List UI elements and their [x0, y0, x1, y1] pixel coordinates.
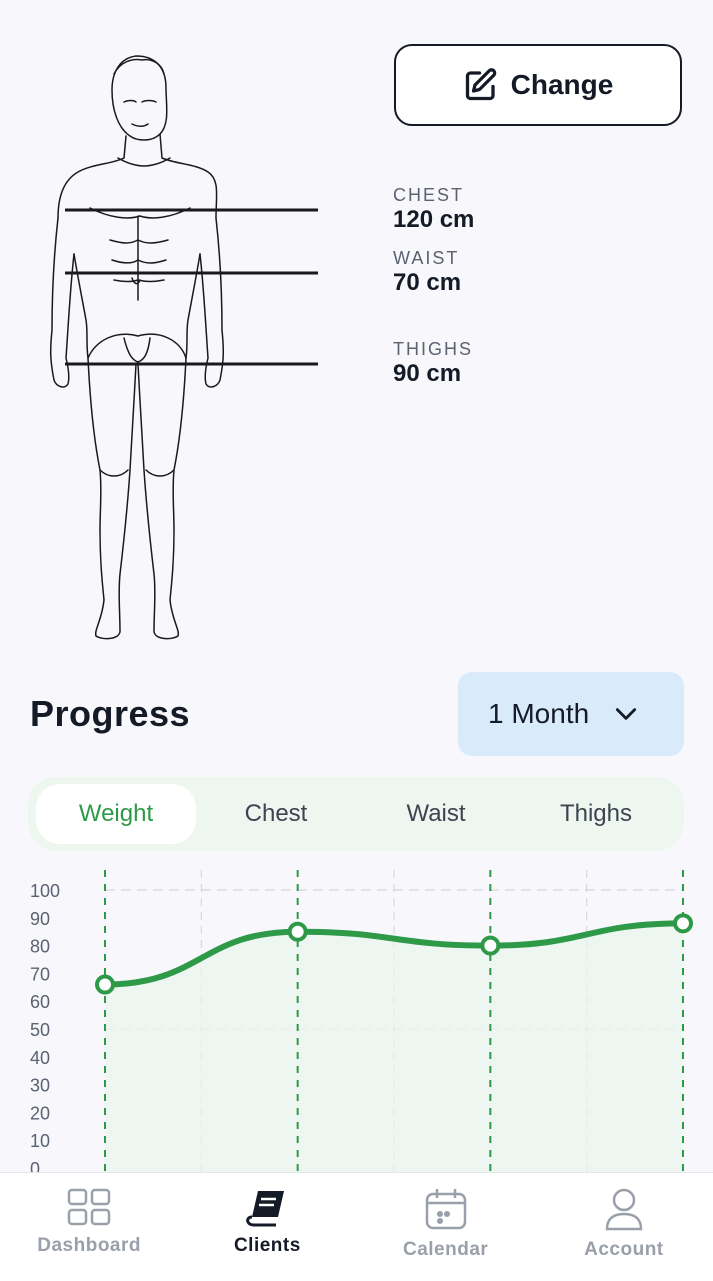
tab-chest[interactable]: Chest: [196, 784, 356, 844]
data-point: [673, 913, 693, 934]
y-tick-label: 70: [30, 964, 50, 984]
waist-label: WAIST: [393, 248, 460, 268]
nav-calendar[interactable]: Calendar: [357, 1173, 535, 1281]
chest-label: CHEST: [393, 185, 465, 205]
chest-value: 120 cm: [393, 206, 475, 233]
y-tick-label: 50: [30, 1020, 50, 1040]
y-tick-label: 90: [30, 909, 50, 929]
progress-title: Progress: [30, 693, 191, 734]
period-dropdown[interactable]: 1 Month: [458, 672, 684, 756]
metric-tabs: Weight Chest Waist Thighs: [28, 777, 684, 851]
y-tick-label: 30: [30, 1076, 50, 1096]
calendar-icon: [425, 1189, 466, 1230]
y-tick-label: 80: [30, 937, 50, 957]
tab-waist[interactable]: Waist: [356, 784, 516, 844]
nav-clients-label: Clients: [233, 1235, 301, 1256]
thighs-label: THIGHS: [393, 339, 474, 359]
data-point: [480, 935, 501, 956]
data-point: [95, 974, 115, 995]
data-point: [287, 921, 308, 942]
period-value: 1 Month: [488, 698, 590, 729]
y-tick-label: 0: [30, 1159, 40, 1172]
nav-account-label: Account: [584, 1239, 664, 1260]
tab-thighs[interactable]: Thighs: [516, 784, 676, 844]
y-tick-label: 60: [30, 992, 50, 1012]
y-tick-label: 20: [30, 1103, 50, 1123]
book-icon: [246, 1191, 285, 1227]
nav-account[interactable]: Account: [535, 1173, 713, 1281]
nav-dashboard-label: Dashboard: [37, 1235, 141, 1256]
chevron-down-icon: [616, 708, 637, 720]
nav-clients[interactable]: Clients: [178, 1173, 356, 1281]
waist-value: 70 cm: [393, 269, 462, 296]
thighs-value: 90 cm: [393, 360, 462, 387]
y-tick-label: 40: [30, 1048, 50, 1068]
edit-icon: [465, 68, 496, 101]
y-tick-label: 100: [30, 881, 60, 901]
change-label: Change: [510, 69, 614, 100]
user-icon: [605, 1188, 643, 1231]
nav-calendar-label: Calendar: [402, 1239, 489, 1260]
nav-dashboard[interactable]: Dashboard: [0, 1173, 178, 1281]
progress-chart: 1009080706050403020100: [30, 870, 693, 1172]
tab-weight[interactable]: Weight: [36, 784, 196, 844]
body-figure: [49, 55, 318, 640]
bottom-nav: Dashboard Clients Calendar Account: [0, 1172, 713, 1281]
change-button[interactable]: Change: [394, 44, 682, 126]
y-tick-label: 10: [30, 1131, 50, 1151]
dashboard-icon: [67, 1188, 111, 1226]
